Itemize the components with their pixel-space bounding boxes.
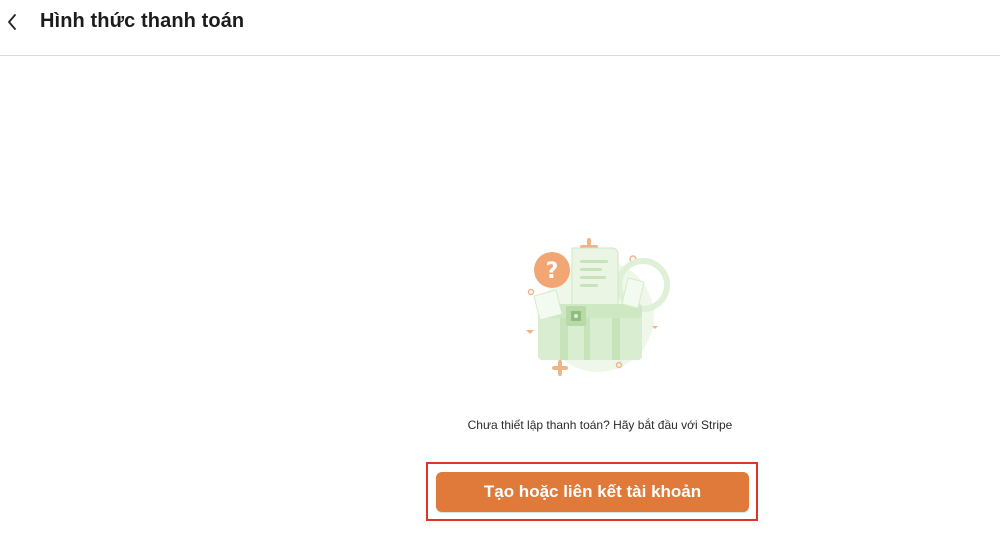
page-title: Hình thức thanh toán (40, 10, 245, 32)
payment-setup-illustration: ? (526, 238, 670, 376)
chevron-left-icon (8, 14, 16, 30)
back-button[interactable] (0, 8, 24, 36)
header-bar: Hình thức thanh toán (0, 0, 1000, 56)
svg-text:?: ? (546, 259, 559, 284)
create-or-link-account-button[interactable]: Tạo hoặc liên kết tài khoản (436, 472, 749, 512)
empty-state-message: Chưa thiết lập thanh toán? Hãy bắt đầu v… (467, 418, 733, 432)
